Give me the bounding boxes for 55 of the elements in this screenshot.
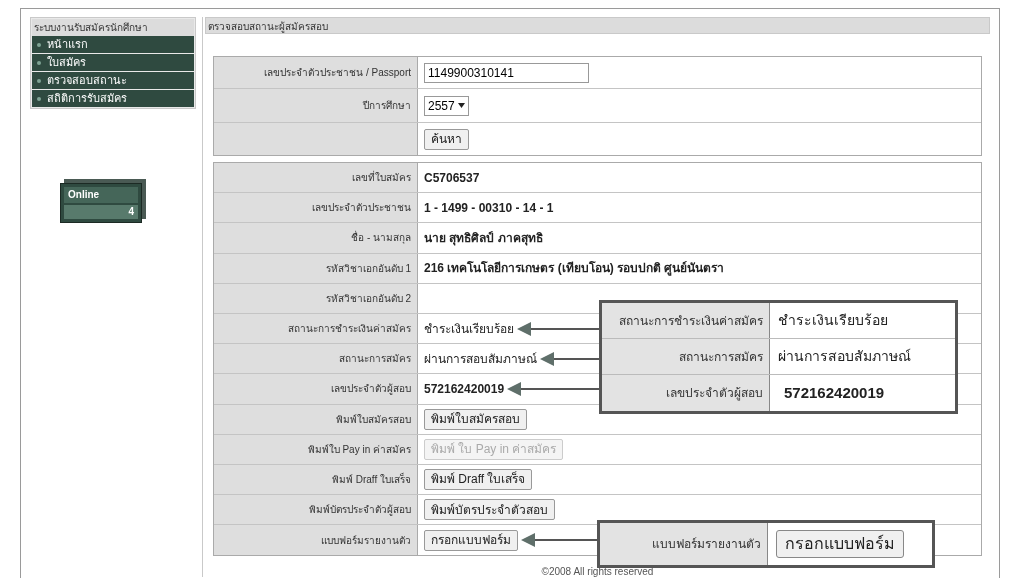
field-label: เลขประจำตัวประชาชน	[312, 201, 411, 216]
online-count: 4	[64, 205, 138, 219]
callout-label: แบบฟอร์มรายงานตัว	[652, 536, 761, 553]
field-label: เลขประจำตัวประชาชน / Passport	[264, 66, 411, 80]
online-label: Online	[64, 187, 138, 203]
sidebar-item[interactable]: หน้าแรก	[32, 36, 194, 53]
sidebar-title: ระบบงานรับสมัครนักศึกษา	[32, 19, 194, 36]
sidebar-item-label: ตรวจสอบสถานะ	[47, 73, 127, 89]
field-value: นาย สุทธิศิลป์ ภาคสุทธิ	[424, 229, 543, 247]
action-button[interactable]: กรอกแบบฟอร์ม	[424, 529, 518, 551]
action-button[interactable]: พิมพ์ Draff ใบเสร็จ	[424, 468, 533, 490]
field-value: 572162420019	[424, 380, 505, 398]
sidebar-item-label: ใบสมัคร	[47, 55, 86, 71]
field-label: พิมพ์ใบ Pay in ค่าสมัคร	[307, 442, 411, 457]
sidebar-item-label: สถิติการรับสมัคร	[47, 91, 127, 107]
status-value: ชำระเงินเรียบร้อย	[424, 320, 514, 338]
field-label: รหัสวิชาเอกอันดับ 2	[325, 291, 411, 306]
field-label: แบบฟอร์มรายงานตัว	[321, 533, 411, 548]
callout-label: เลขประจำตัวผู้สอบ	[666, 385, 763, 402]
search-button[interactable]: ค้นหา	[424, 128, 469, 150]
field-value: 216 เทคโนโลยีการเกษตร (เทียบโอน) รอบปกติ ศูนย์นันตรา	[424, 260, 725, 278]
callout-value: ชำระเงินเรียบร้อย	[778, 311, 888, 330]
field-label: พิมพ์ Draff ใบเสร็จ	[331, 471, 411, 487]
status-value: ผ่านการสอบสัมภาษณ์	[424, 350, 537, 368]
callout-value: ผ่านการสอบสัมภาษณ์	[778, 347, 911, 366]
caret-icon	[457, 103, 465, 108]
callout-label: สถานะการสมัคร	[679, 348, 763, 366]
field-label: สถานะการสมัคร	[339, 352, 411, 367]
bullet-icon	[37, 42, 41, 47]
field-label: รหัสวิชาเอกอันดับ 1	[325, 261, 411, 276]
sidebar-item[interactable]: สถิติการรับสมัคร	[32, 90, 194, 107]
form-button[interactable]: กรอกแบบฟอร์ม	[776, 530, 904, 558]
action-button[interactable]: พิมพ์บัตรประจำตัวสอบ	[424, 499, 555, 521]
bullet-icon	[37, 78, 41, 83]
bullet-icon	[37, 96, 41, 101]
field-label: พิมพ์บัตรประจำตัวผู้สอบ	[309, 503, 411, 518]
page-title: ตรวจสอบสถานะผู้สมัครสอบ	[205, 17, 990, 34]
year-dropdown[interactable]: 2557	[424, 95, 469, 116]
field-label: ชื่อ - นามสกุล	[351, 230, 411, 246]
action-button[interactable]: พิมพ์ใบสมัครสอบ	[424, 408, 527, 430]
field-label: ปีการศึกษา	[363, 99, 411, 113]
field-label: พิมพ์ใบสมัครสอบ	[336, 412, 411, 427]
id-input-field[interactable]: 1149900310141	[424, 62, 589, 83]
field-value: C5706537	[424, 169, 480, 187]
field-label: เลขประจำตัวผู้สอบ	[331, 382, 411, 397]
sidebar-item[interactable]: ใบสมัคร	[32, 54, 194, 71]
field-label: เลขที่ใบสมัคร	[352, 170, 411, 186]
copyright-text: ©2008 All rights reserved	[540, 566, 655, 578]
callout-value: 572162420019	[783, 382, 885, 403]
field-label: สถานะการชำระเงินค่าสมัคร	[288, 322, 411, 337]
callout-label: สถานะการชำระเงินค่าสมัคร	[619, 312, 763, 330]
sidebar-item[interactable]: ตรวจสอบสถานะ	[32, 72, 194, 89]
sidebar-item-label: หน้าแรก	[47, 37, 88, 53]
field-value: 1 - 1499 - 00310 - 14 - 1	[424, 199, 554, 217]
bullet-icon	[37, 60, 41, 65]
